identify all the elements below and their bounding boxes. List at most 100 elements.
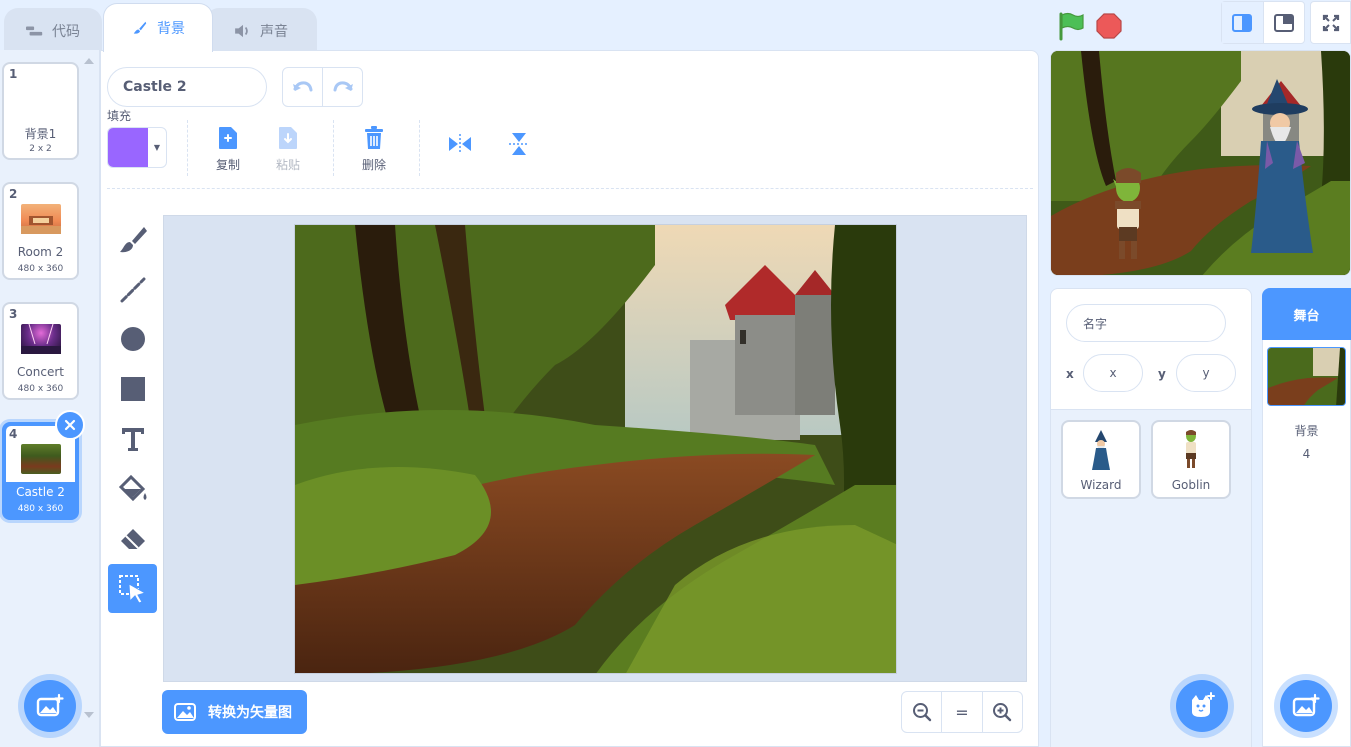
caret-down-icon: ▼ — [153, 143, 161, 152]
fill-tool[interactable] — [108, 464, 157, 513]
redo-icon — [333, 81, 353, 92]
rectangle-tool[interactable] — [108, 364, 157, 413]
delete-label: 删除 — [361, 158, 386, 172]
flip-vertical-icon — [509, 133, 529, 155]
fill-icon — [118, 474, 146, 501]
fill-color-dropdown[interactable]: ▼ — [107, 127, 167, 168]
green-flag-button[interactable] — [1050, 8, 1090, 44]
stage-header[interactable]: 舞台 — [1262, 288, 1351, 340]
costume-item[interactable]: 2 Room 2 480 x 360 — [2, 182, 79, 280]
undo-redo-group — [282, 67, 363, 107]
small-stage-icon — [1232, 13, 1253, 32]
line-tool[interactable] — [108, 265, 157, 314]
flip-vertical-button[interactable] — [499, 130, 539, 162]
divider — [187, 120, 188, 176]
choose-sprite-button[interactable] — [1176, 680, 1228, 732]
small-stage-button[interactable] — [1222, 2, 1264, 43]
costume-number: 2 — [9, 187, 18, 201]
copy-label: 复制 — [215, 158, 240, 172]
zoom-in-icon — [993, 703, 1012, 722]
divider — [419, 120, 420, 176]
costume-name-input[interactable]: Castle 2 — [107, 67, 267, 107]
trash-icon — [365, 126, 383, 149]
stage-thumbnail[interactable] — [1267, 347, 1346, 406]
large-stage-button[interactable] — [1264, 2, 1305, 43]
select-icon — [118, 574, 146, 604]
paste-button[interactable]: 粘贴 — [268, 124, 308, 173]
sprite-card-goblin[interactable]: Goblin — [1151, 420, 1231, 499]
zoom-out-icon — [912, 703, 931, 722]
eraser-tool[interactable] — [108, 514, 157, 563]
tab-sounds[interactable]: 声音 — [205, 8, 317, 52]
costume-item[interactable]: 1 背景1 2 x 2 — [2, 62, 79, 160]
brush-icon — [119, 226, 147, 252]
fill-label: 填充 — [107, 109, 132, 123]
tab-sounds-label: 声音 — [260, 23, 288, 40]
toolbar-divider — [107, 188, 1033, 189]
add-image-icon — [36, 693, 64, 717]
brush-icon — [133, 21, 147, 34]
costume-thumbnail — [21, 204, 61, 234]
flip-horizontal-icon — [449, 134, 471, 154]
choose-backdrop-button[interactable] — [24, 680, 76, 732]
scroll-up-arrow[interactable] — [84, 58, 94, 64]
line-icon — [120, 277, 145, 302]
scroll-down-arrow[interactable] — [84, 712, 94, 718]
y-label: y — [1158, 367, 1166, 381]
stage-size-toggle — [1221, 1, 1305, 44]
flip-horizontal-button[interactable] — [440, 130, 480, 162]
wizard-thumbnail — [1092, 430, 1110, 470]
stop-icon — [1096, 13, 1122, 39]
sprite-name: Wizard — [1080, 478, 1122, 492]
sprite-card-wizard[interactable]: Wizard — [1061, 420, 1141, 499]
zoom-in-button[interactable] — [983, 692, 1022, 732]
copy-button[interactable]: 复制 — [208, 124, 248, 173]
x-input[interactable]: x — [1083, 354, 1143, 392]
speaker-icon — [235, 24, 248, 37]
circle-tool[interactable] — [108, 314, 157, 363]
backdrop-thumbnail — [1268, 348, 1345, 405]
trash-icon — [64, 419, 76, 431]
tab-backdrops[interactable]: 背景 — [103, 3, 213, 52]
redo-button[interactable] — [323, 68, 362, 106]
convert-to-vector-button[interactable]: 转换为矢量图 — [162, 690, 307, 734]
text-tool[interactable] — [108, 414, 157, 463]
sprite-name-input[interactable]: 名字 — [1066, 304, 1226, 342]
costume-thumbnail — [21, 323, 61, 354]
zoom-reset-button[interactable]: = — [942, 692, 983, 732]
y-input[interactable]: y — [1176, 354, 1236, 392]
delete-button[interactable]: 删除 — [354, 124, 394, 173]
paste-label: 粘贴 — [275, 158, 300, 172]
tab-code[interactable]: 代码 — [4, 8, 102, 52]
choose-backdrop-stage-button[interactable] — [1280, 680, 1332, 732]
circle-icon — [120, 326, 145, 351]
costume-number: 4 — [9, 427, 18, 441]
stage-scene — [1051, 51, 1350, 275]
eraser-icon — [120, 528, 145, 549]
backdrops-count: 4 — [1302, 447, 1311, 461]
select-tool[interactable] — [108, 564, 157, 613]
costume-size: 2 x 2 — [29, 144, 52, 154]
rectangle-icon — [120, 376, 145, 401]
undo-button[interactable] — [283, 68, 323, 106]
paste-icon — [279, 127, 297, 149]
tab-code-label: 代码 — [52, 23, 80, 40]
fullscreen-icon — [1322, 14, 1339, 31]
text-icon — [121, 427, 144, 451]
image-icon — [174, 703, 196, 721]
costume-item[interactable]: 3 Concert 480 x 360 — [2, 302, 79, 400]
stage-canvas[interactable] — [1050, 50, 1351, 276]
brush-tool[interactable] — [108, 215, 157, 264]
large-stage-icon — [1273, 13, 1294, 32]
zoom-out-button[interactable] — [902, 692, 943, 732]
fullscreen-button[interactable] — [1310, 1, 1351, 44]
code-icon — [26, 26, 43, 35]
green-flag-icon — [1059, 12, 1084, 41]
paint-canvas[interactable] — [294, 224, 897, 674]
costume-name: Castle 2 — [16, 485, 65, 499]
delete-costume-button[interactable] — [55, 410, 85, 440]
costume-name: Concert — [17, 365, 64, 379]
stop-button[interactable] — [1089, 8, 1129, 44]
tab-backdrops-label: 背景 — [157, 21, 185, 37]
forest-castle-image — [295, 225, 896, 673]
